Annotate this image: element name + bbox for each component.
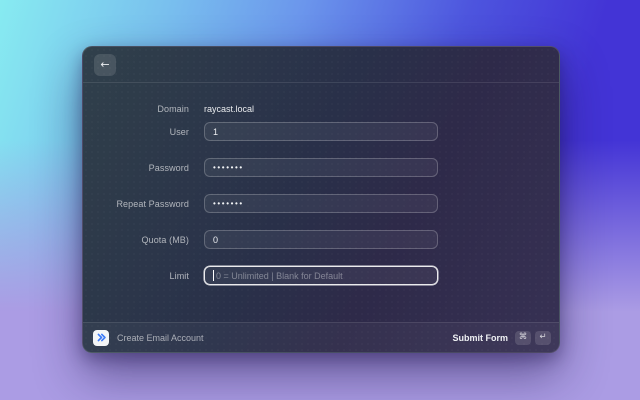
extension-icon bbox=[93, 329, 109, 346]
return-key-icon: ↵ bbox=[535, 330, 551, 345]
domain-label: Domain bbox=[157, 103, 189, 114]
repeat-password-input[interactable]: ••••••• bbox=[204, 194, 438, 213]
form-row-quota: Quota (MB) 0 bbox=[83, 230, 559, 249]
command-name: Create Email Account bbox=[117, 332, 204, 343]
submit-form-action[interactable]: Submit Form ⌘ ↵ bbox=[452, 330, 551, 345]
user-label: User bbox=[169, 126, 189, 137]
repeat-password-input-value: ••••••• bbox=[213, 199, 244, 208]
desktop-background: ← Domain raycast.local User 1 Password •… bbox=[0, 0, 640, 400]
back-arrow-icon: ← bbox=[100, 58, 110, 71]
form-row-password: Password ••••••• bbox=[83, 158, 559, 177]
text-caret bbox=[213, 270, 214, 281]
quota-input-value: 0 bbox=[213, 234, 219, 245]
limit-input[interactable]: 0 = Unlimited | Blank for Default bbox=[204, 266, 438, 285]
password-input[interactable]: ••••••• bbox=[204, 158, 438, 177]
double-chevron-icon bbox=[97, 333, 106, 342]
limit-label: Limit bbox=[169, 270, 189, 281]
limit-placeholder: 0 = Unlimited | Blank for Default bbox=[216, 270, 343, 281]
quota-input[interactable]: 0 bbox=[204, 230, 438, 249]
repeat-password-label: Repeat Password bbox=[116, 198, 189, 209]
user-input-value: 1 bbox=[213, 126, 219, 137]
action-bar: Create Email Account Submit Form ⌘ ↵ bbox=[83, 322, 559, 352]
command-key-icon: ⌘ bbox=[515, 330, 531, 345]
create-email-account-form: Domain raycast.local User 1 Password •••… bbox=[83, 83, 559, 285]
user-input[interactable]: 1 bbox=[204, 122, 438, 141]
quota-label: Quota (MB) bbox=[141, 234, 189, 245]
domain-value: raycast.local bbox=[204, 103, 255, 114]
window-header: ← bbox=[83, 47, 559, 83]
password-input-value: ••••••• bbox=[213, 163, 244, 172]
form-row-user: User 1 bbox=[83, 122, 559, 141]
form-row-domain: Domain raycast.local bbox=[83, 99, 559, 118]
raycast-window: ← Domain raycast.local User 1 Password •… bbox=[82, 46, 560, 353]
form-row-limit: Limit 0 = Unlimited | Blank for Default bbox=[83, 266, 559, 285]
back-button[interactable]: ← bbox=[94, 53, 116, 76]
form-row-repeat-password: Repeat Password ••••••• bbox=[83, 194, 559, 213]
submit-form-label: Submit Form bbox=[452, 332, 509, 343]
action-bar-left: Create Email Account bbox=[93, 329, 204, 346]
password-label: Password bbox=[148, 162, 189, 173]
